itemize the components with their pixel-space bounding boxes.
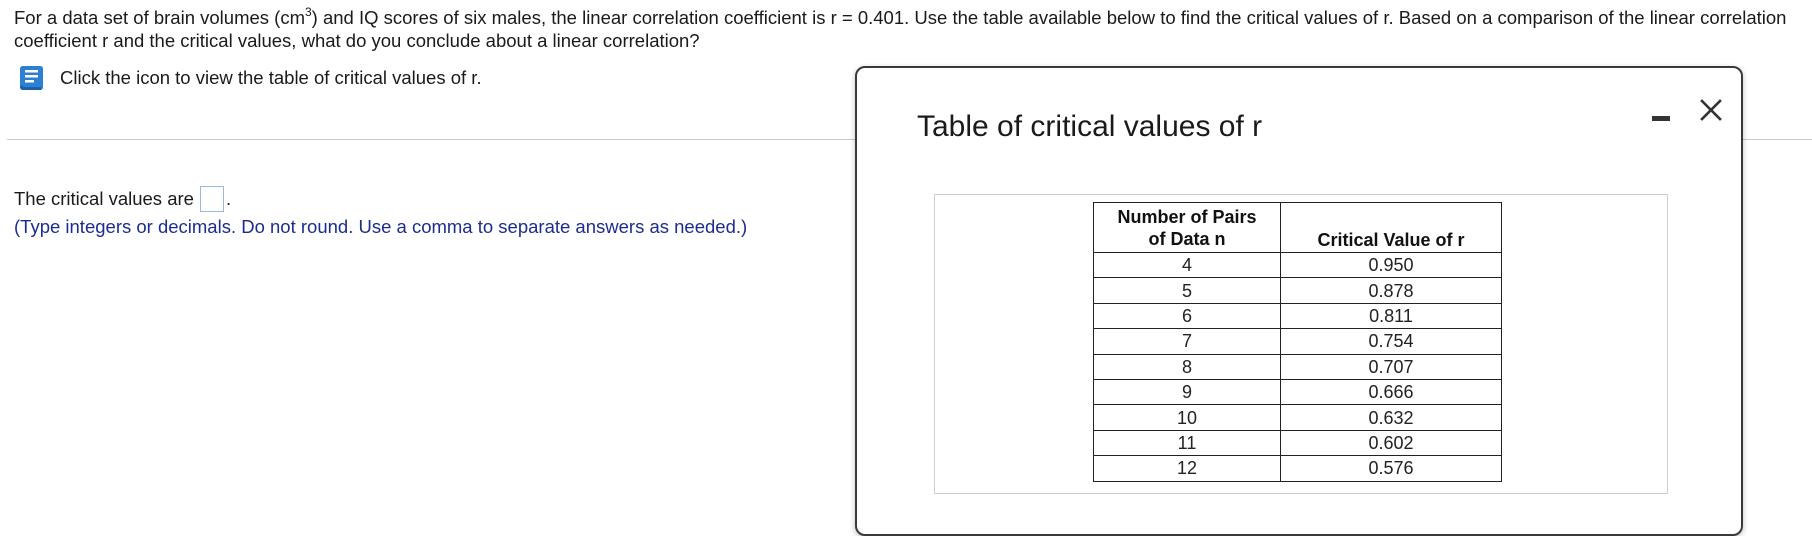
answer-prefix: The critical values are [14,188,194,209]
cell-n: 4 [1093,251,1281,279]
table-row: 5 0.878 [1093,277,1502,304]
table-row: 9 0.666 [1093,378,1502,406]
header-pairs-line1: Number of Pairs [1117,206,1257,227]
cell-n: 5 [1093,277,1281,304]
cell-r: 0.632 [1280,404,1502,431]
close-icon[interactable] [1695,94,1727,126]
cell-r: 0.878 [1280,277,1502,304]
cell-n: 9 [1093,378,1281,406]
table-row: 10 0.632 [1093,404,1502,431]
answer-suffix: . [225,188,232,209]
critical-values-input[interactable] [199,186,224,212]
answer-line: The critical values are . [14,186,231,212]
header-pairs-line2: of Data n [1148,228,1226,249]
cell-r: 0.602 [1280,429,1502,457]
cell-n: 11 [1093,429,1281,457]
minimize-button[interactable] [1649,102,1675,128]
table-row: 12 0.576 [1093,455,1502,482]
book-icon[interactable] [16,63,46,93]
minimize-icon [1652,116,1670,121]
cell-n: 6 [1093,302,1281,330]
header-critical-value: Critical Value of r [1280,202,1502,253]
table-row: 4 0.950 [1093,251,1502,279]
cell-r: 0.576 [1280,455,1502,482]
cell-n: 12 [1093,455,1281,482]
answer-instruction: (Type integers or decimals. Do not round… [14,216,748,237]
cell-n: 7 [1093,328,1281,355]
cell-n: 8 [1093,353,1281,380]
cell-r: 0.950 [1280,251,1502,279]
table-row: 8 0.707 [1093,353,1502,380]
cell-r: 0.811 [1280,302,1502,330]
table-header-row: Number of Pairs of Data n Critical Value… [1093,202,1502,253]
cell-n: 10 [1093,404,1281,431]
question-part1: For a data set of brain volumes (cm [14,7,305,28]
cell-r: 0.754 [1280,328,1502,355]
header-pairs: Number of Pairs of Data n [1093,202,1281,253]
hint-text: Click the icon to view the table of crit… [60,67,482,88]
critical-values-dialog: Table of critical values of r Number of … [855,66,1743,536]
dialog-title: Table of critical values of r [917,110,1263,143]
question-superscript: 3 [304,4,312,19]
critical-values-table: Number of Pairs of Data n Critical Value… [1093,202,1502,482]
table-row: 6 0.811 [1093,302,1502,330]
cell-r: 0.707 [1280,353,1502,380]
table-row: 11 0.602 [1093,429,1502,457]
cell-r: 0.666 [1280,378,1502,406]
question-text: For a data set of brain volumes (cm3) an… [14,6,1804,52]
table-row: 7 0.754 [1093,328,1502,355]
view-table-link[interactable]: Click the icon to view the table of crit… [16,63,482,93]
